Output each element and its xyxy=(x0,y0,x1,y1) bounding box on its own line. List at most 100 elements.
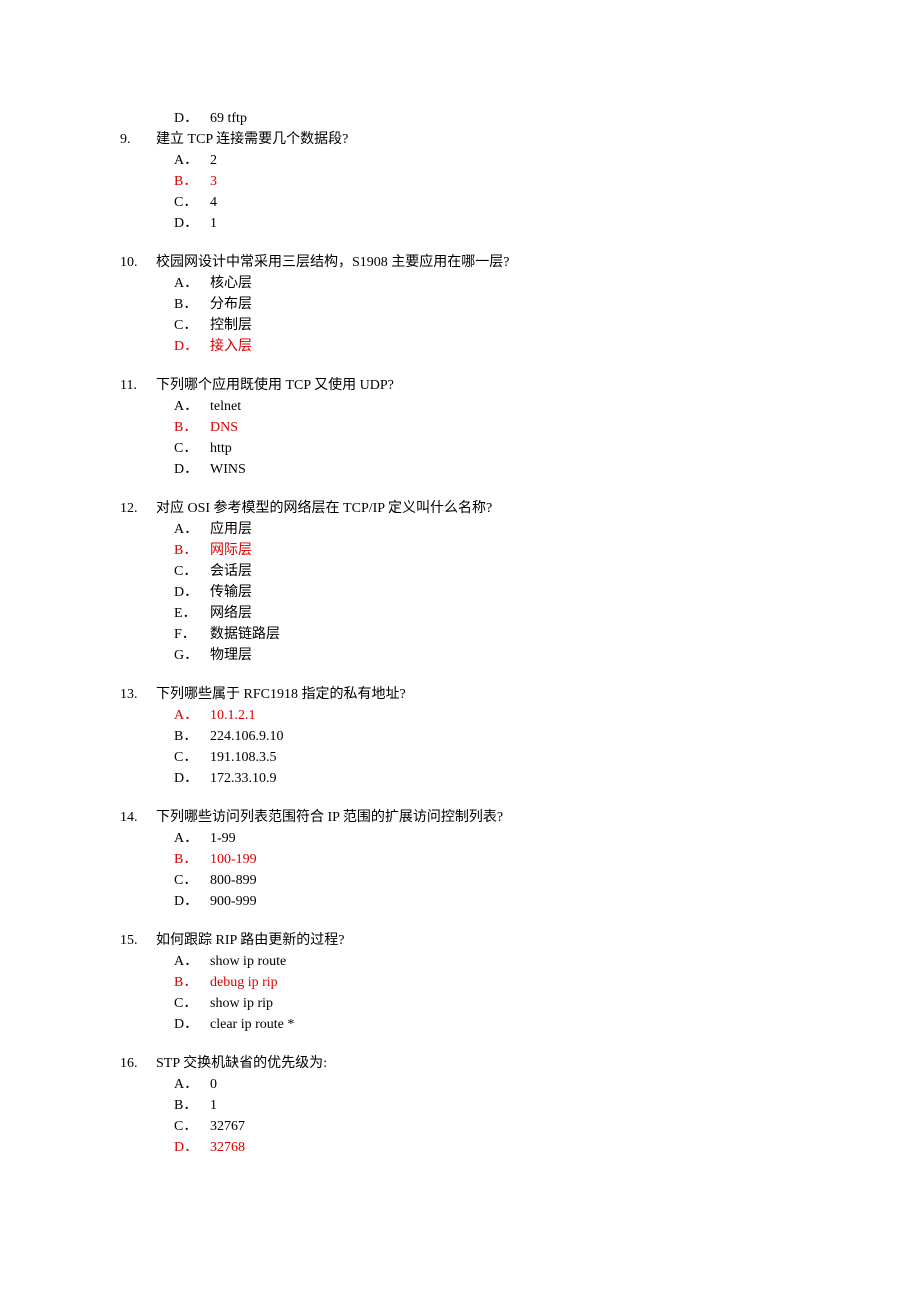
option-text: WINS xyxy=(210,459,800,480)
option-letter: A． xyxy=(174,951,210,972)
option-letter: D． xyxy=(174,108,210,129)
option-text: 800-899 xyxy=(210,870,800,891)
option-letter: C． xyxy=(174,747,210,768)
option: B．1 xyxy=(174,1095,800,1116)
question-line: 12.对应 OSI 参考模型的网络层在 TCP/IP 定义叫什么名称? xyxy=(120,498,800,519)
option: C．会话层 xyxy=(174,561,800,582)
question-number: 9. xyxy=(120,129,156,150)
options-list: A．1-99B．100-199C．800-899D．900-999 xyxy=(174,828,800,912)
options-list: A．10.1.2.1B．224.106.9.10C．191.108.3.5D．1… xyxy=(174,705,800,789)
options-list: A．应用层B．网际层C．会话层D．传输层E．网络层F．数据链路层G．物理层 xyxy=(174,519,800,666)
option-text: debug ip rip xyxy=(210,972,800,993)
option-text: 接入层 xyxy=(210,336,800,357)
option-text: 网际层 xyxy=(210,540,800,561)
option-letter: C． xyxy=(174,315,210,336)
question-line: 9.建立 TCP 连接需要几个数据段? xyxy=(120,129,800,150)
option-text: clear ip route * xyxy=(210,1014,800,1035)
option: D．900-999 xyxy=(174,891,800,912)
question-line: 13.下列哪些属于 RFC1918 指定的私有地址? xyxy=(120,684,800,705)
question: 14.下列哪些访问列表范围符合 IP 范围的扩展访问控制列表?A．1-99B．1… xyxy=(120,807,800,912)
option-letter: B． xyxy=(174,540,210,561)
option-text: http xyxy=(210,438,800,459)
option-letter: E． xyxy=(174,603,210,624)
option: C．show ip rip xyxy=(174,993,800,1014)
option-letter: D． xyxy=(174,582,210,603)
option: B．DNS xyxy=(174,417,800,438)
option: E．网络层 xyxy=(174,603,800,624)
option-text: 物理层 xyxy=(210,645,800,666)
option: A．核心层 xyxy=(174,273,800,294)
option: B．3 xyxy=(174,171,800,192)
option: D．WINS xyxy=(174,459,800,480)
option-text: 100-199 xyxy=(210,849,800,870)
option: A．10.1.2.1 xyxy=(174,705,800,726)
option: B．分布层 xyxy=(174,294,800,315)
options-list: A．0B．1C．32767D．32768 xyxy=(174,1074,800,1158)
question-text: 下列哪些属于 RFC1918 指定的私有地址? xyxy=(156,684,800,705)
option-letter: A． xyxy=(174,150,210,171)
option-text: 应用层 xyxy=(210,519,800,540)
question-number: 12. xyxy=(120,498,156,519)
option: B．224.106.9.10 xyxy=(174,726,800,747)
option-letter: G． xyxy=(174,645,210,666)
option-text: 224.106.9.10 xyxy=(210,726,800,747)
option: C．http xyxy=(174,438,800,459)
questions-list: 9.建立 TCP 连接需要几个数据段?A．2B．3C．4D．110.校园网设计中… xyxy=(120,129,800,1158)
option-text: 1 xyxy=(210,213,800,234)
option: D．传输层 xyxy=(174,582,800,603)
option-letter: A． xyxy=(174,828,210,849)
option-letter: C． xyxy=(174,192,210,213)
option-text: 1 xyxy=(210,1095,800,1116)
option-letter: A． xyxy=(174,1074,210,1095)
options-list: A．show ip routeB．debug ip ripC．show ip r… xyxy=(174,951,800,1035)
exam-page: D． 69 tftp 9.建立 TCP 连接需要几个数据段?A．2B．3C．4D… xyxy=(0,0,920,1302)
option-text: 网络层 xyxy=(210,603,800,624)
option: A．show ip route xyxy=(174,951,800,972)
option-text: 3 xyxy=(210,171,800,192)
option-text: 32768 xyxy=(210,1137,800,1158)
question: 9.建立 TCP 连接需要几个数据段?A．2B．3C．4D．1 xyxy=(120,129,800,234)
question-line: 15.如何跟踪 RIP 路由更新的过程? xyxy=(120,930,800,951)
option: D．172.33.10.9 xyxy=(174,768,800,789)
question-number: 14. xyxy=(120,807,156,828)
option-letter: D． xyxy=(174,768,210,789)
option-letter: C． xyxy=(174,438,210,459)
option: C．191.108.3.5 xyxy=(174,747,800,768)
question-text: STP 交换机缺省的优先级为: xyxy=(156,1053,800,1074)
option: B．debug ip rip xyxy=(174,972,800,993)
question-text: 如何跟踪 RIP 路由更新的过程? xyxy=(156,930,800,951)
option-letter: D． xyxy=(174,1014,210,1035)
option-text: 控制层 xyxy=(210,315,800,336)
question-line: 10.校园网设计中常采用三层结构，S1908 主要应用在哪一层? xyxy=(120,252,800,273)
question-text: 下列哪个应用既使用 TCP 又使用 UDP? xyxy=(156,375,800,396)
option-letter: B． xyxy=(174,294,210,315)
question: 11.下列哪个应用既使用 TCP 又使用 UDP?A．telnetB．DNSC．… xyxy=(120,375,800,480)
option-text: 172.33.10.9 xyxy=(210,768,800,789)
option: D．32768 xyxy=(174,1137,800,1158)
question-line: 11.下列哪个应用既使用 TCP 又使用 UDP? xyxy=(120,375,800,396)
options-list: A．telnetB．DNSC．httpD．WINS xyxy=(174,396,800,480)
option: C．4 xyxy=(174,192,800,213)
option-text: telnet xyxy=(210,396,800,417)
option-letter: F． xyxy=(174,624,210,645)
option-letter: B． xyxy=(174,1095,210,1116)
option: B．100-199 xyxy=(174,849,800,870)
option-letter: B． xyxy=(174,972,210,993)
option: C．800-899 xyxy=(174,870,800,891)
option: G．物理层 xyxy=(174,645,800,666)
question-number: 15. xyxy=(120,930,156,951)
option: B．网际层 xyxy=(174,540,800,561)
option: D．clear ip route * xyxy=(174,1014,800,1035)
option: D．1 xyxy=(174,213,800,234)
question: 10.校园网设计中常采用三层结构，S1908 主要应用在哪一层?A．核心层B．分… xyxy=(120,252,800,357)
option-text: 会话层 xyxy=(210,561,800,582)
option: A．telnet xyxy=(174,396,800,417)
option-letter: B． xyxy=(174,171,210,192)
question-number: 11. xyxy=(120,375,156,396)
option: A．1-99 xyxy=(174,828,800,849)
option-text: 191.108.3.5 xyxy=(210,747,800,768)
option: A．2 xyxy=(174,150,800,171)
question: 15.如何跟踪 RIP 路由更新的过程?A．show ip routeB．deb… xyxy=(120,930,800,1035)
option-text: 数据链路层 xyxy=(210,624,800,645)
question: 16.STP 交换机缺省的优先级为:A．0B．1C．32767D．32768 xyxy=(120,1053,800,1158)
